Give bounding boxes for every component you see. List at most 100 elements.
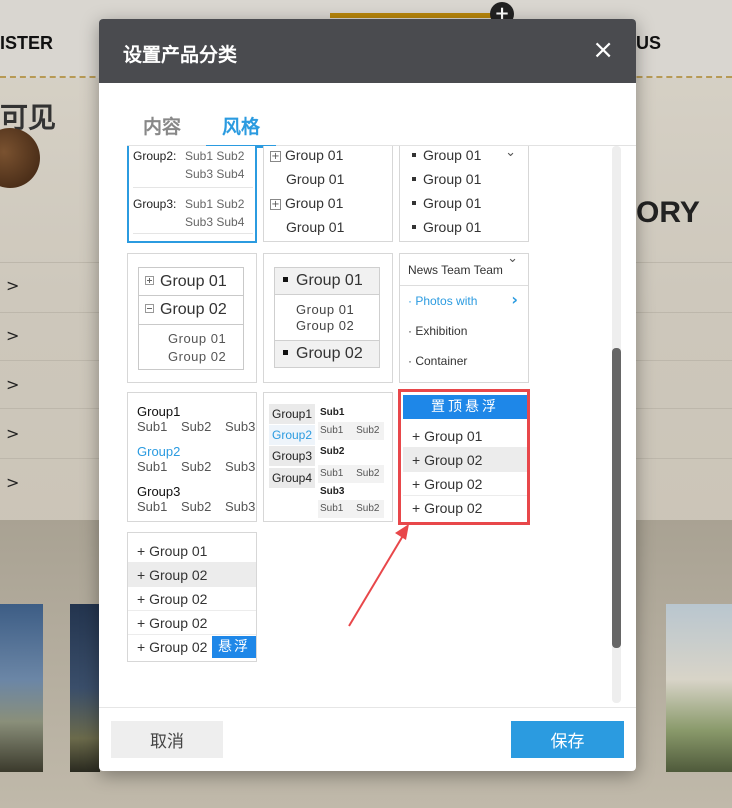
style-option-10[interactable]: + Group 01 + Group 02 + Group 02 + Group… [127,532,257,662]
background-divider [636,360,732,361]
tab-style[interactable]: 风格 [206,112,277,148]
style1-group2-subs-row1: Sub1 Sub2 [185,149,245,163]
style-option-8[interactable]: Group1 Group2 Group3 Group4 Sub1 Sub1 Su… [263,392,393,522]
bullet-icon [412,225,416,229]
dialog-title: 设置产品分类 [123,44,238,66]
bullet-icon [412,177,416,181]
style1-divider [133,233,253,234]
background-list-arrow: > [6,473,20,492]
style9-row: + Group 02 [412,500,483,516]
background-divider [0,262,100,263]
chevron-right-icon: › [511,290,518,309]
style5-group-top: Group 01 [274,267,380,295]
style3-row: Group 01 [400,195,528,211]
style5-bottom-label: Group 02 [296,345,363,362]
style-option-5[interactable]: Group 01 Group 01 Group 02 Group 02 [263,253,393,383]
style9-row: + Group 02 [403,472,527,496]
style1-group2-subs-row2: Sub3 Sub4 [185,167,245,181]
background-divider [636,262,732,263]
style-option-7[interactable]: Group1 Sub1 Sub2 Sub3 Group2 Sub1 Sub2 S… [127,392,257,522]
plus-square-icon [145,276,154,285]
square-bullet-icon [283,350,288,355]
style5-sub2: Group 02 [296,318,355,333]
style1-group2-label: Group2: [133,149,177,163]
style2-row: + Group 01 [264,195,392,211]
style7-subs: Sub1 Sub2 Sub3 [137,419,256,434]
style1-divider [133,187,253,188]
background-divider [0,458,100,459]
category-settings-dialog: 设置产品分类 × 内容 风格 Group2: Sub1 Sub2 Sub3 Su… [99,19,636,771]
style9-row: + Group 01 [403,424,527,448]
background-active-nav-bar [330,13,500,18]
style4-sub2: Group 02 [168,349,227,364]
style1-group3-subs-row1: Sub1 Sub2 [185,197,245,211]
dialog-footer: 取消 保存 [99,707,636,771]
style8-group: Group1 [269,404,315,424]
background-divider [0,408,100,409]
style8-group: Group4 [269,468,315,488]
background-photo-night [70,604,100,772]
style3-row: Group 01 [400,171,528,187]
style6-item: · Exhibition [408,324,468,338]
dialog-header: 设置产品分类 × [99,19,636,83]
background-coffee-image [0,128,40,188]
style7-subs: Sub1 Sub2 Sub3 [137,499,256,514]
style-option-6[interactable]: News Team Team ⌄ · Photos with › · Exhibit… [399,253,529,383]
style4-group2-label: Group 02 [160,301,227,318]
style5-group-bottom: Group 02 [274,340,380,368]
background-divider [0,360,100,361]
square-bullet-icon [283,277,288,282]
style-grid: Group2: Sub1 Sub2 Sub3 Sub4 Group3: Sub1… [127,146,607,703]
style-option-1[interactable]: Group2: Sub1 Sub2 Sub3 Sub4 Group3: Sub1… [127,146,257,243]
bullet-icon [412,201,416,205]
style4-sub-box: Group 01 Group 02 [138,324,244,370]
style-grid-scrollbar[interactable] [612,146,621,703]
cancel-button[interactable]: 取消 [111,721,223,758]
save-button[interactable]: 保存 [511,721,624,758]
style4-sub1: Group 01 [168,331,227,346]
background-list-arrow: > [6,375,20,394]
background-list-arrow: > [6,326,20,345]
background-divider [636,312,732,313]
chevron-down-icon: ⌄ [505,146,516,160]
style8-sub-label: Sub1 [320,407,345,418]
style6-item: · Container [408,354,468,368]
dialog-tabs: 内容 风格 [127,112,636,148]
style4-group-box: Group 01 Group 02 [138,267,244,325]
style4-group2: Group 02 [139,296,243,324]
style10-float-badge: 悬浮 [212,636,256,658]
style7-group: Group1 [137,404,181,419]
tab-content[interactable]: 内容 [127,112,197,145]
style1-group3-label: Group3: [133,197,177,211]
style-option-9[interactable]: 置顶悬浮 + Group 01 + Group 02 + Group 02 + … [398,389,530,525]
style2-row-label: Group 01 [285,195,344,211]
style8-sub-pair: Sub1 Sub2 [320,503,380,514]
style7-group-active: Group2 [137,444,181,459]
style-option-2[interactable]: + Group 01 Group 01 + Group 01 Group 01 [263,146,393,242]
style10-row: + Group 02 [128,587,256,611]
style-option-4[interactable]: Group 01 Group 02 Group 01 Group 02 [127,253,257,383]
style8-sub-pair: Sub1 Sub2 [320,468,380,479]
style5-sub1: Group 01 [296,302,355,317]
background-photo-castle [0,604,43,772]
style8-sub-label: Sub3 [320,486,345,497]
style3-row-label: Group 01 [423,147,482,163]
style6-item-active: · Photos with › [400,290,528,309]
background-divider [0,312,100,313]
background-nav-item-left: ISTER [0,33,54,53]
style6-item1-label: · Photos with [408,294,478,308]
background-nav-item-right: US [636,33,662,53]
background-list-arrow: > [6,276,20,295]
style7-group: Group3 [137,484,181,499]
style3-row-label: Group 01 [423,171,482,187]
style-option-3[interactable]: Group 01 ⌄ Group 01 Group 01 Group 01 [399,146,529,242]
background-story-heading: ORY [636,196,700,229]
style2-row: Group 01 [286,171,345,187]
close-icon[interactable]: × [592,35,614,65]
style2-row: + Group 01 [264,147,392,163]
background-divider [636,408,732,409]
style3-row-label: Group 01 [423,219,482,235]
scrollbar-thumb[interactable] [612,348,621,648]
background-photo-resort [666,604,732,772]
background-list-arrow: > [6,424,20,443]
